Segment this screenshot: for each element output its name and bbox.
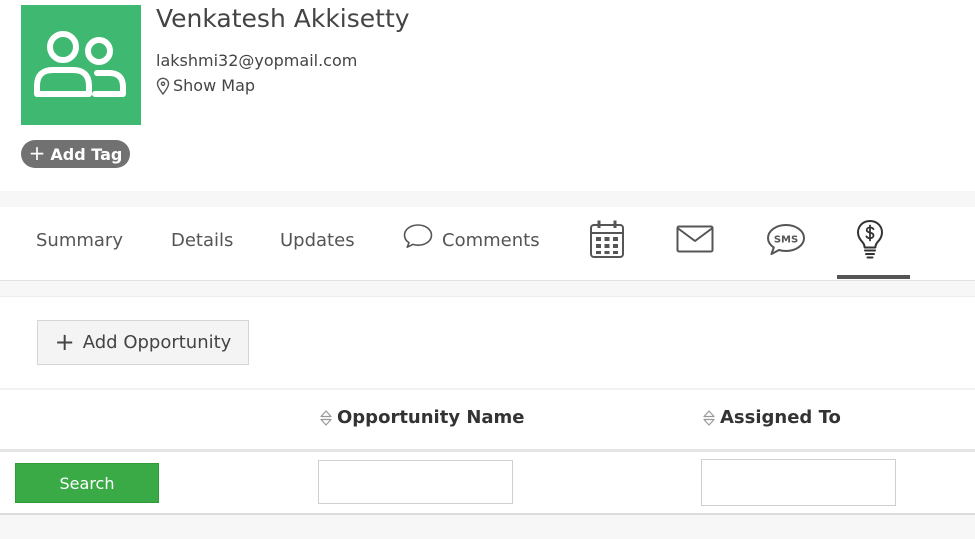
table-divider [0,388,975,390]
section-divider [0,281,975,297]
tab-summary[interactable]: Summary [36,207,123,273]
show-map-link[interactable]: Show Map [156,76,255,95]
add-opportunity-label: Add Opportunity [82,332,232,353]
tab-summary-label: Summary [36,229,123,251]
users-icon [34,31,126,97]
calendar-icon [590,220,624,258]
tab-comments-label: Comments [442,229,540,251]
envelope-icon [676,225,714,253]
record-tabs: Summary Details Updates Comments SMS [0,207,975,281]
search-button[interactable]: Search [15,463,159,503]
plus-icon: + [28,141,46,165]
tab-updates[interactable]: Updates [280,207,355,273]
tab-email[interactable] [676,225,714,257]
column-header-opportunity-name[interactable]: Opportunity Name [319,407,525,428]
sms-icon-text: SMS [774,235,798,246]
column-header-label: Opportunity Name [337,407,525,428]
assigned-to-filter-input[interactable] [701,459,896,506]
tab-sms[interactable]: SMS [766,223,806,261]
show-map-label: Show Map [173,76,256,95]
add-tag-label: Add Tag [50,144,123,164]
tab-comments[interactable]: Comments [403,207,540,273]
tab-updates-label: Updates [280,229,355,251]
sort-icon [703,409,715,426]
contact-email[interactable]: lakshmi32@yopmail.com [156,51,357,70]
active-tab-indicator [837,275,910,279]
column-header-assigned-to[interactable]: Assigned To [702,407,841,428]
tab-details-label: Details [171,229,234,251]
section-divider [0,191,975,207]
comment-bubble-icon [403,224,433,248]
contact-name: Venkatesh Akkisetty [156,4,410,33]
opportunity-name-filter-input[interactable] [318,460,513,504]
table-header-divider [0,449,975,452]
tab-calendar[interactable] [589,219,625,263]
search-button-label: Search [59,473,115,493]
contact-avatar [21,5,141,125]
plus-icon: + [54,327,75,356]
add-tag-button[interactable]: + Add Tag [21,140,130,168]
map-pin-icon [156,77,170,95]
tab-opportunities[interactable] [856,219,884,263]
tab-details[interactable]: Details [171,207,233,273]
sort-icon [320,409,332,426]
table-body-area [0,515,975,539]
add-opportunity-button[interactable]: + Add Opportunity [37,320,249,365]
column-header-label: Assigned To [720,407,841,428]
lightbulb-dollar-icon [857,220,883,259]
sms-icon: SMS [767,224,805,255]
